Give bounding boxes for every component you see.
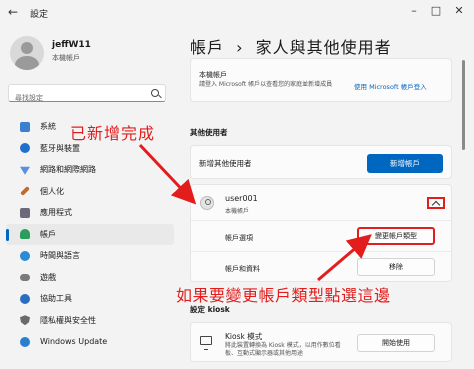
person-icon <box>20 229 30 240</box>
page-title: 帳戶 › 家人與其他使用者 <box>190 34 392 58</box>
maximize-icon[interactable]: □ <box>428 4 444 18</box>
close-icon[interactable]: ✕ <box>451 4 467 18</box>
paintbrush-icon <box>20 186 30 197</box>
kiosk-monitor-icon <box>200 336 212 350</box>
sidebar-item-network[interactable]: 網路和網際網路 <box>6 159 174 181</box>
kiosk-card: Kiosk 模式 將此裝置轉換為 Kiosk 模式，以用作數位看板、互動式顯示器… <box>190 322 452 362</box>
add-account-button[interactable]: 新增帳戶 <box>367 154 443 173</box>
search-input[interactable] <box>9 90 139 106</box>
accessibility-icon <box>20 293 30 304</box>
sidebar-item-windows-update[interactable]: Windows Update <box>6 331 174 353</box>
account-options-label: 帳戶選項 <box>225 234 253 242</box>
monitor-icon <box>20 121 30 132</box>
shield-icon <box>20 315 30 326</box>
search-icon[interactable] <box>151 89 159 97</box>
local-account-card: 本機帳戶 請登入 Microsoft 帳戶以查看您的家庭並新增成員 使用 Mic… <box>190 58 452 102</box>
other-users-heading: 其他使用者 <box>190 128 228 137</box>
avatar-body <box>15 56 39 70</box>
gamepad-icon <box>20 273 30 281</box>
sidebar-item-label: Windows Update <box>40 337 108 347</box>
annotation-added: 已新增完成 <box>70 124 156 143</box>
breadcrumb-current: 家人與其他使用者 <box>255 38 392 57</box>
sidebar-item-label: 遊戲 <box>40 272 56 282</box>
sidebar-item-time-language[interactable]: 時間與語言 <box>6 245 174 267</box>
update-icon <box>20 336 30 347</box>
wifi-icon <box>20 166 30 175</box>
local-account-title: 本機帳戶 <box>199 71 227 79</box>
person-icon <box>200 196 214 210</box>
sidebar-item-label: 網路和網際網路 <box>40 165 96 175</box>
user-name: jeffW11 <box>52 40 91 50</box>
sidebar-item-apps[interactable]: 應用程式 <box>6 202 174 224</box>
account-data-row: 帳戶和資料 移除 <box>191 253 451 283</box>
sidebar-item-accessibility[interactable]: 協助工具 <box>6 288 174 310</box>
sidebar-item-label: 藍牙與裝置 <box>40 143 80 153</box>
add-user-card: 新增其他使用者 新增帳戶 <box>190 145 452 179</box>
local-account-description: 請登入 Microsoft 帳戶以查看您的家庭並新增成員 <box>199 81 333 88</box>
sidebar-item-label: 帳戶 <box>40 229 56 239</box>
sidebar-item-label: 時間與語言 <box>40 251 80 261</box>
search-box[interactable] <box>8 84 166 106</box>
user-account-card: user001 本機帳戶 帳戶選項 變更帳戶類型 帳戶和資料 移除 <box>190 184 452 282</box>
title-bar: ← 設定 – □ ✕ <box>0 0 474 26</box>
app-title: 設定 <box>30 10 49 20</box>
globe-icon <box>20 250 30 261</box>
account-data-label: 帳戶和資料 <box>225 265 260 273</box>
user-row[interactable]: user001 本機帳戶 <box>191 185 451 221</box>
sidebar-item-label: 協助工具 <box>40 294 72 304</box>
user-account-type: 本機帳戶 <box>52 54 80 62</box>
sidebar-item-label: 應用程式 <box>40 208 72 218</box>
sidebar-item-privacy[interactable]: 隱私權與安全性 <box>6 310 174 332</box>
bluetooth-icon <box>20 143 30 154</box>
remove-button[interactable]: 移除 <box>357 258 435 276</box>
sidebar-item-accounts[interactable]: 帳戶 <box>6 223 174 245</box>
breadcrumb-separator: › <box>236 38 244 57</box>
back-arrow-icon[interactable]: ← <box>8 5 22 19</box>
kiosk-description: 將此裝置轉換為 Kiosk 模式，以用作數位看板、互動式顯示器或其他用途 <box>225 342 341 357</box>
scrollbar[interactable] <box>462 60 465 150</box>
sidebar-nav: 系統 藍牙與裝置 網路和網際網路 個人化 應用程式 帳戶 時間與語言 遊戲 協助… <box>0 116 180 353</box>
chevron-up-icon <box>431 200 441 210</box>
add-user-label: 新增其他使用者 <box>199 159 252 168</box>
breadcrumb-parent[interactable]: 帳戶 <box>190 38 224 57</box>
kiosk-title: Kiosk 模式 <box>225 332 263 341</box>
apps-icon <box>20 207 30 218</box>
account-type: 本機帳戶 <box>225 208 250 215</box>
avatar-head <box>21 42 33 54</box>
account-name: user001 <box>225 194 258 203</box>
annotation-change-hint: 如果要變更帳戶類型點選這邊 <box>176 286 391 305</box>
avatar[interactable] <box>10 36 44 70</box>
minimize-icon[interactable]: – <box>406 4 422 18</box>
sidebar-item-label: 個人化 <box>40 186 64 196</box>
account-options-row: 帳戶選項 變更帳戶類型 <box>191 222 451 252</box>
sidebar-item-label: 隱私權與安全性 <box>40 315 96 325</box>
change-account-type-button[interactable]: 變更帳戶類型 <box>357 227 435 245</box>
microsoft-signin-link[interactable]: 使用 Microsoft 帳戶登入 <box>354 81 427 91</box>
sidebar-item-gaming[interactable]: 遊戲 <box>6 267 174 289</box>
sidebar-item-label: 系統 <box>40 122 56 132</box>
sidebar-item-personalization[interactable]: 個人化 <box>6 181 174 203</box>
collapse-button[interactable] <box>427 197 445 210</box>
kiosk-start-button[interactable]: 開始使用 <box>357 334 435 352</box>
